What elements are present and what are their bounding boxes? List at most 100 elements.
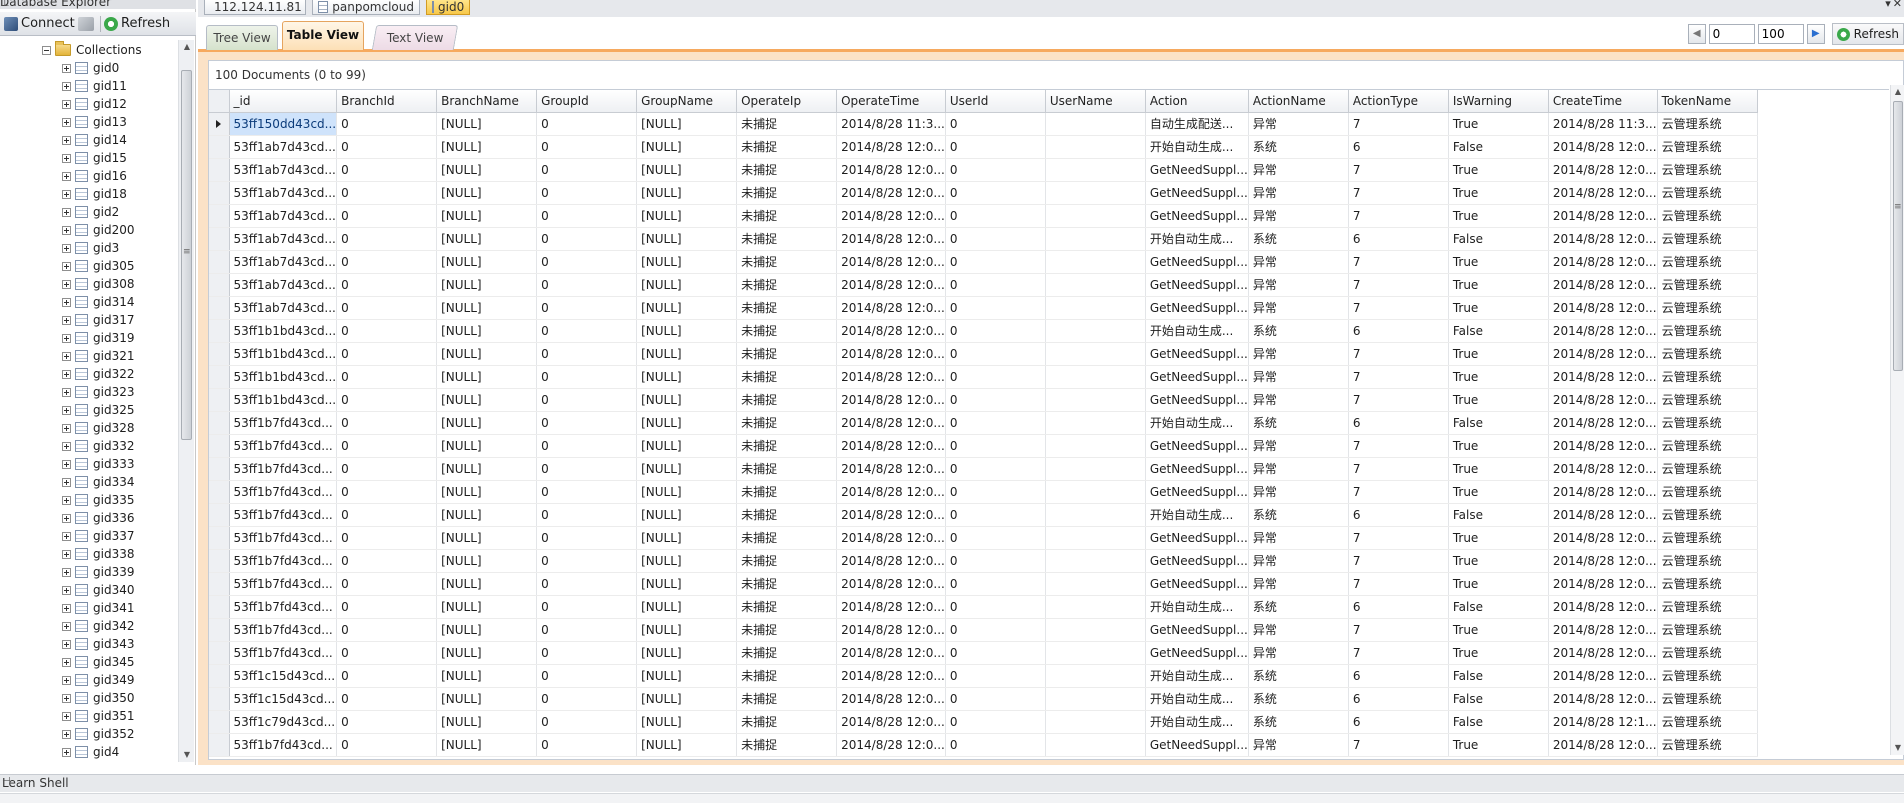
table-cell[interactable]: 0 — [336, 595, 438, 619]
table-cell[interactable]: 2014/8/28 12:0... — [836, 158, 946, 182]
grid-scroll-thumb[interactable] — [1893, 101, 1903, 371]
grid-refresh-button[interactable]: Refresh — [1831, 23, 1904, 45]
table-cell[interactable]: 云管理系统 — [1657, 480, 1758, 504]
table-cell[interactable]: [NULL] — [636, 181, 738, 205]
table-row[interactable]: 53ff1b1bd43cd... 0 [NULL] 0 [NULL] 未捕捉 2014/8/… — [209, 388, 1758, 412]
table-cell[interactable]: 2014/8/28 12:0... — [1548, 135, 1658, 159]
expand-icon[interactable] — [62, 225, 71, 235]
tree-node-collection[interactable]: gid305 — [62, 257, 134, 275]
table-cell[interactable]: GetNeedSuppl... — [1145, 250, 1249, 274]
table-cell[interactable]: False — [1448, 710, 1549, 734]
expand-icon[interactable] — [62, 549, 71, 559]
table-cell[interactable]: 云管理系统 — [1657, 434, 1758, 458]
table-cell[interactable]: 未捕捉 — [736, 641, 838, 665]
table-cell[interactable]: 2014/8/28 12:0... — [836, 365, 946, 389]
dropdown-icon[interactable]: ▾ — [1885, 0, 1893, 10]
table-cell[interactable]: False — [1448, 687, 1549, 711]
expand-icon[interactable] — [62, 189, 71, 199]
table-cell[interactable]: 0 — [536, 250, 638, 274]
table-cell[interactable]: 云管理系统 — [1657, 204, 1758, 228]
table-cell[interactable]: 53ff1ab7d43cd... — [229, 227, 338, 251]
row-selector[interactable] — [209, 296, 230, 320]
expand-icon[interactable] — [62, 351, 71, 361]
table-cell[interactable]: 云管理系统 — [1657, 641, 1758, 665]
row-selector[interactable] — [209, 457, 230, 481]
tree-node-collection[interactable]: gid334 — [62, 473, 134, 491]
grid-scrollbar[interactable]: ▲ ▼ — [1890, 85, 1904, 755]
table-cell[interactable]: 云管理系统 — [1657, 595, 1758, 619]
table-cell[interactable]: [NULL] — [636, 549, 738, 573]
table-cell[interactable]: 未捕捉 — [736, 181, 838, 205]
table-row[interactable]: 53ff1ab7d43cd... 0 [NULL] 0 [NULL] 未捕捉 2014/8/… — [209, 181, 1758, 205]
table-cell[interactable]: [NULL] — [436, 480, 538, 504]
table-cell[interactable]: 云管理系统 — [1657, 319, 1758, 343]
table-cell[interactable]: 0 — [536, 158, 638, 182]
row-selector[interactable] — [209, 480, 230, 504]
table-cell[interactable]: 53ff1b1bd43cd... — [229, 342, 338, 366]
table-row[interactable]: 53ff150dd43cd... 0 [NULL] 0 [NULL] 未捕捉 2014/8/… — [209, 112, 1758, 136]
table-cell[interactable]: [NULL] — [636, 388, 738, 412]
table-cell[interactable]: 53ff1b1bd43cd... — [229, 319, 338, 343]
table-cell[interactable]: 7 — [1348, 733, 1449, 757]
table-cell[interactable] — [1045, 457, 1146, 481]
table-cell[interactable]: 6 — [1348, 687, 1449, 711]
table-cell[interactable]: 0 — [945, 618, 1046, 642]
table-cell[interactable]: 2014/8/28 12:0... — [836, 733, 946, 757]
table-cell[interactable]: 0 — [945, 273, 1046, 297]
table-cell[interactable]: 0 — [336, 227, 438, 251]
table-cell[interactable] — [1045, 319, 1146, 343]
table-cell[interactable]: 0 — [536, 618, 638, 642]
column-header[interactable]: GroupName — [636, 90, 738, 113]
skip-input[interactable] — [1708, 24, 1755, 44]
table-cell[interactable]: 云管理系统 — [1657, 158, 1758, 182]
table-cell[interactable]: [NULL] — [636, 273, 738, 297]
tree-node-collection[interactable]: gid4 — [62, 743, 119, 761]
row-selector[interactable] — [209, 250, 230, 274]
table-cell[interactable]: 0 — [536, 434, 638, 458]
table-cell[interactable]: 0 — [945, 664, 1046, 688]
table-cell[interactable]: 系统 — [1248, 503, 1349, 527]
table-cell[interactable]: True — [1448, 388, 1549, 412]
table-cell[interactable]: 0 — [945, 687, 1046, 711]
tree-node-collection[interactable]: gid341 — [62, 599, 134, 617]
table-cell[interactable]: 2014/8/28 12:0... — [836, 526, 946, 550]
table-cell[interactable]: 0 — [536, 641, 638, 665]
table-cell[interactable]: 系统 — [1248, 411, 1349, 435]
tree-node-collection[interactable]: gid337 — [62, 527, 134, 545]
table-cell[interactable]: 异常 — [1248, 526, 1349, 550]
shell-input-area[interactable] — [0, 793, 1904, 803]
table-row[interactable]: 53ff1ab7d43cd... 0 [NULL] 0 [NULL] 未捕捉 2014/8/… — [209, 158, 1758, 182]
table-cell[interactable]: 0 — [536, 710, 638, 734]
table-cell[interactable]: 6 — [1348, 135, 1449, 159]
table-cell[interactable]: [NULL] — [636, 434, 738, 458]
table-cell[interactable]: True — [1448, 181, 1549, 205]
table-cell[interactable]: False — [1448, 411, 1549, 435]
expand-icon[interactable] — [62, 261, 71, 271]
table-cell[interactable]: False — [1448, 227, 1549, 251]
table-cell[interactable]: 2014/8/28 12:0... — [1548, 687, 1658, 711]
row-selector[interactable] — [209, 135, 230, 159]
tree-node-collection[interactable]: gid349 — [62, 671, 134, 689]
table-cell[interactable]: 云管理系统 — [1657, 365, 1758, 389]
row-selector[interactable] — [209, 733, 230, 757]
table-cell[interactable]: 异常 — [1248, 158, 1349, 182]
table-cell[interactable]: 0 — [945, 319, 1046, 343]
table-cell[interactable] — [1045, 641, 1146, 665]
table-row[interactable]: 53ff1ab7d43cd... 0 [NULL] 0 [NULL] 未捕捉 2014/8/… — [209, 250, 1758, 274]
table-cell[interactable]: [NULL] — [436, 687, 538, 711]
table-row[interactable]: 53ff1ab7d43cd... 0 [NULL] 0 [NULL] 未捕捉 2014/8/… — [209, 227, 1758, 251]
table-cell[interactable]: 云管理系统 — [1657, 135, 1758, 159]
table-cell[interactable] — [1045, 733, 1146, 757]
table-cell[interactable]: 开始自动生成... — [1145, 664, 1249, 688]
table-cell[interactable]: 0 — [536, 388, 638, 412]
tree-node-collection[interactable]: gid343 — [62, 635, 134, 653]
table-cell[interactable]: 2014/8/28 12:0... — [1548, 181, 1658, 205]
expand-icon[interactable] — [62, 693, 71, 703]
table-cell[interactable]: 6 — [1348, 664, 1449, 688]
table-cell[interactable]: GetNeedSuppl... — [1145, 342, 1249, 366]
table-cell[interactable]: 2014/8/28 12:0... — [1548, 526, 1658, 550]
table-cell[interactable]: 0 — [945, 733, 1046, 757]
table-cell[interactable]: 开始自动生成... — [1145, 135, 1249, 159]
row-selector[interactable] — [209, 181, 230, 205]
table-cell[interactable]: GetNeedSuppl... — [1145, 181, 1249, 205]
